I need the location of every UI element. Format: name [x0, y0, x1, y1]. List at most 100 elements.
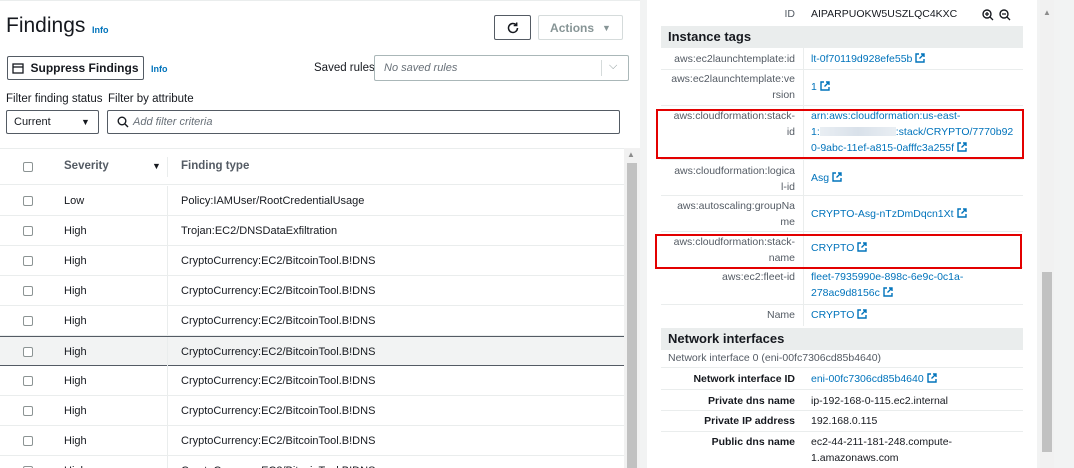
finding-type-cell[interactable]: CryptoCurrency:EC2/BitcoinTool.B!DNS	[181, 285, 375, 297]
tag-value-autoscaling-group[interactable]: CRYPTO-Asg-nTzDmDqcn1Xt	[811, 206, 967, 222]
table-row[interactable]: Low Policy:IAMUser/RootCredentialUsage	[0, 186, 624, 216]
column-finding-type[interactable]: Finding type	[181, 160, 249, 172]
external-link-icon	[915, 53, 926, 63]
finding-type-cell[interactable]: CryptoCurrency:EC2/BitcoinTool.B!DNS	[181, 405, 375, 417]
table-scroll-thumb[interactable]	[627, 163, 637, 468]
finding-type-cell[interactable]: CryptoCurrency:EC2/BitcoinTool.B!DNS	[181, 375, 375, 387]
tag-value-cf-stack-name[interactable]: CRYPTO	[811, 240, 868, 256]
finding-status-select[interactable]: Current ▼	[6, 110, 99, 134]
scroll-up-icon[interactable]: ▲	[627, 150, 635, 159]
table-row[interactable]: HighCryptoCurrency:EC2/BitcoinTool.B!DNS	[0, 306, 624, 336]
tag-key-launchtemplate-id: aws:ec2launchtemplate:id	[674, 53, 795, 65]
row-checkbox[interactable]	[23, 347, 33, 357]
tag-value-cf-stack-id[interactable]: arn:aws:cloudformation:us-east- 1::stack…	[811, 108, 1021, 156]
net-value-interface-id[interactable]: eni-00fc7306cd85b4640	[811, 371, 937, 387]
row-checkbox[interactable]	[23, 316, 33, 326]
interface-id-link[interactable]: eni-00fc7306cd85b4640	[811, 373, 924, 385]
scroll-up-icon[interactable]: ▲	[1043, 8, 1051, 17]
column-divider	[167, 366, 168, 396]
public-dns-line: ec2-44-211-181-248.compute-	[811, 436, 953, 448]
details-scroll-thumb[interactable]	[1042, 272, 1052, 452]
key-line: aws:autoscaling:groupNa	[677, 200, 795, 212]
launchtemplate-version-link[interactable]: 1	[811, 81, 817, 93]
filter-attribute-input[interactable]: Add filter criteria	[107, 110, 620, 134]
zoom-out-icon[interactable]	[999, 9, 1011, 21]
suppress-info-link[interactable]: Info	[151, 64, 168, 74]
row-checkbox[interactable]	[23, 376, 33, 386]
id-value: AIPARPUOKW5USZLQC4KXC	[811, 8, 958, 20]
severity-cell: High	[64, 225, 87, 237]
row-checkbox[interactable]	[23, 436, 33, 446]
stack-name-link[interactable]: CRYPTO	[811, 242, 854, 254]
id-key: ID	[784, 8, 796, 20]
table-row[interactable]: HighCryptoCurrency:EC2/BitcoinTool.B!DNS	[0, 366, 624, 396]
row-divider	[661, 195, 1023, 196]
column-divider	[167, 157, 168, 177]
tag-key-cf-stack-name: aws:cloudformation:stack-name	[661, 234, 795, 266]
sort-descending-icon[interactable]: ▼	[152, 161, 161, 171]
table-row[interactable]: HighCryptoCurrency:EC2/BitcoinTool.B!DNS	[0, 456, 624, 468]
row-checkbox[interactable]	[23, 256, 33, 266]
top-divider	[0, 0, 640, 5]
key-line: aws:cloudformation:stack-	[673, 236, 795, 248]
select-all-checkbox[interactable]	[23, 162, 33, 172]
finding-type-cell[interactable]: Trojan:EC2/DNSDataExfiltration	[181, 225, 337, 237]
column-divider	[167, 337, 168, 367]
net-value-public-dns: ec2-44-211-181-248.compute- 1.amazonaws.c…	[811, 434, 952, 466]
tag-key-fleet-id: aws:ec2:fleet-id	[722, 271, 795, 283]
table-row[interactable]: HighCryptoCurrency:EC2/BitcoinTool.B!DNS	[0, 246, 624, 276]
title-info-link[interactable]: Info	[92, 25, 109, 35]
tag-value-cf-logical-id[interactable]: Asg	[811, 170, 842, 186]
table-row[interactable]: HighCryptoCurrency:EC2/BitcoinTool.B!DNS	[0, 336, 624, 367]
row-checkbox[interactable]	[23, 286, 33, 296]
net-value-private-dns: ip-192-168-0-115.ec2.internal	[811, 395, 948, 407]
external-link-icon	[820, 81, 830, 91]
tag-value-launchtemplate-version[interactable]: 1	[811, 79, 830, 95]
launchtemplate-id-link[interactable]: lt-0f70119d928efe55b	[811, 53, 912, 65]
row-checkbox[interactable]	[23, 406, 33, 416]
suppress-findings-button[interactable]: Suppress Findings	[7, 56, 144, 80]
tag-value-name[interactable]: CRYPTO	[811, 307, 868, 323]
table-row[interactable]: HighCryptoCurrency:EC2/BitcoinTool.B!DNS	[0, 426, 624, 456]
key-line: name	[768, 252, 795, 264]
column-divider	[167, 186, 168, 216]
tag-value-fleet-id[interactable]: fleet-7935990e-898c-6e9c-0c1a- 278ac9d815…	[811, 269, 963, 301]
column-divider	[167, 426, 168, 456]
page-title: Findings	[6, 14, 86, 37]
table-row[interactable]: HighCryptoCurrency:EC2/BitcoinTool.B!DNS	[0, 276, 624, 306]
table-row[interactable]: High CryptoCurrency:EC2/BitcoinTool.B!DNS	[0, 396, 624, 426]
row-divider	[661, 69, 1023, 70]
finding-type-cell[interactable]: CryptoCurrency:EC2/BitcoinTool.B!DNS	[181, 435, 375, 447]
stack-id-line: :stack/CRYPTO/7770b92	[895, 126, 1014, 138]
finding-type-cell[interactable]: CryptoCurrency:EC2/BitcoinTool.B!DNS	[181, 346, 375, 358]
row-checkbox[interactable]	[23, 226, 33, 236]
logical-id-link[interactable]: Asg	[811, 172, 829, 184]
column-severity[interactable]: Severity	[64, 160, 109, 172]
network-interfaces-heading: Network interfaces	[661, 328, 1023, 350]
finding-type-cell[interactable]: CryptoCurrency:EC2/BitcoinTool.B!DNS	[181, 315, 375, 327]
finding-type-cell[interactable]: Policy:IAMUser/RootCredentialUsage	[181, 195, 364, 207]
filter-attribute-label: Filter by attribute	[108, 93, 194, 105]
finding-type-cell[interactable]: CryptoCurrency:EC2/BitcoinTool.B!DNS	[181, 255, 375, 267]
status-value: Current	[14, 116, 51, 128]
zoom-in-icon[interactable]	[982, 9, 994, 21]
name-tag-link[interactable]: CRYPTO	[811, 309, 854, 321]
stack-id-line: 1:	[811, 126, 820, 138]
tag-key-cf-stack-id: aws:cloudformation:stack-id	[661, 108, 795, 140]
tag-key-cf-logical-id: aws:cloudformation:logica l-id	[661, 163, 795, 195]
findings-list-pane: Findings Info Actions ▼ Suppress Finding…	[0, 0, 640, 468]
fleet-id-line: 278ac9d8156c	[811, 287, 880, 299]
tag-value-launchtemplate-id[interactable]: lt-0f70119d928efe55b	[811, 51, 926, 67]
external-link-icon	[857, 242, 868, 252]
row-checkbox[interactable]	[23, 196, 33, 206]
search-icon	[117, 116, 129, 128]
saved-rules-select[interactable]: No saved rules ⌵	[374, 55, 629, 81]
refresh-button[interactable]	[494, 15, 531, 40]
autoscaling-group-link[interactable]: CRYPTO-Asg-nTzDmDqcn1Xt	[811, 208, 954, 220]
external-link-icon	[957, 142, 967, 152]
filter-status-label: Filter finding status	[6, 93, 103, 105]
actions-dropdown-button[interactable]: Actions ▼	[538, 15, 623, 40]
severity-cell: High	[64, 405, 87, 417]
table-row[interactable]: High Trojan:EC2/DNSDataExfiltration	[0, 216, 624, 246]
row-divider	[661, 389, 1023, 390]
